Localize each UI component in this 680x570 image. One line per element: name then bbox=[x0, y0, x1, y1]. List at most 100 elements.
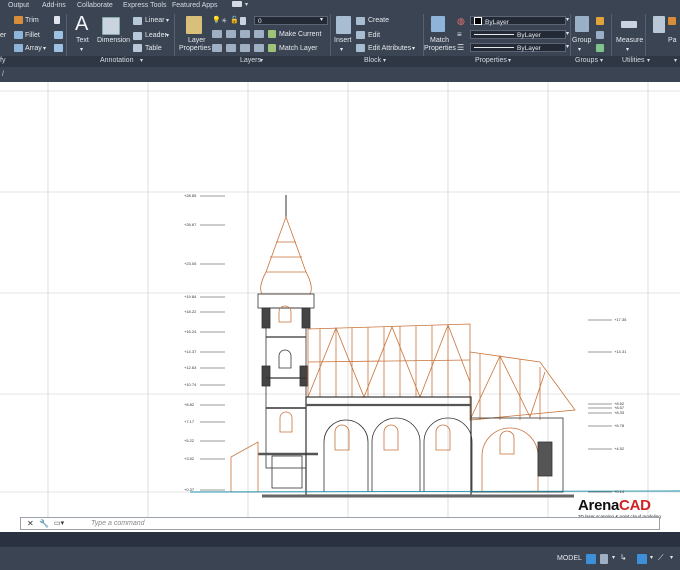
grid-icon[interactable] bbox=[586, 554, 596, 564]
text-large-icon[interactable]: A bbox=[75, 13, 88, 36]
match-properties-label[interactable]: Match bbox=[430, 37, 449, 44]
measure-icon[interactable] bbox=[621, 21, 637, 28]
array-button[interactable]: Array bbox=[25, 45, 42, 52]
chevron-down-icon[interactable]: ▾ bbox=[600, 57, 603, 64]
menu-item-express-tools[interactable]: Express Tools bbox=[123, 2, 166, 9]
chevron-down-icon[interactable]: ▾ bbox=[383, 57, 386, 64]
paste-button[interactable]: Pa bbox=[668, 37, 677, 44]
text-button[interactable]: Text bbox=[76, 37, 89, 44]
layer-tool-icon[interactable] bbox=[212, 44, 222, 52]
layer-tool-icon[interactable] bbox=[212, 30, 222, 38]
edit-attributes-button[interactable]: Edit Attributes bbox=[368, 45, 411, 52]
copy-icon[interactable] bbox=[54, 31, 63, 39]
chevron-down-icon[interactable]: ▾ bbox=[43, 45, 46, 52]
wrench-icon[interactable]: 🔧 bbox=[39, 519, 49, 528]
group-button[interactable]: Group bbox=[572, 37, 591, 44]
group-edit-icon[interactable] bbox=[596, 31, 604, 39]
menu-item-output[interactable]: Output bbox=[8, 2, 29, 9]
menu-item-addins[interactable]: Add-ins bbox=[42, 2, 66, 9]
trim-button[interactable]: Trim bbox=[25, 17, 39, 24]
command-input[interactable]: Type a command bbox=[91, 520, 145, 527]
dimension-icon[interactable] bbox=[102, 17, 120, 35]
chevron-down-icon[interactable]: ▾ bbox=[566, 43, 569, 50]
offset-icon[interactable] bbox=[54, 44, 63, 52]
layer-properties-label[interactable]: Layer bbox=[188, 37, 206, 44]
group-select-icon[interactable] bbox=[596, 44, 604, 52]
chevron-down-icon[interactable]: ▾ bbox=[578, 46, 581, 53]
modify-group-title[interactable]: fy bbox=[0, 57, 5, 64]
sun-icon[interactable]: ☀ bbox=[221, 17, 227, 25]
create-button[interactable]: Create bbox=[368, 17, 389, 24]
edit-button[interactable]: Edit bbox=[368, 32, 380, 39]
ortho-icon[interactable]: ↳ bbox=[620, 553, 627, 562]
ungroup-icon[interactable] bbox=[596, 17, 604, 25]
layer-tool-icon[interactable] bbox=[254, 30, 264, 38]
model-space-button[interactable]: MODEL bbox=[557, 555, 582, 562]
chevron-down-icon[interactable]: ▾ bbox=[674, 57, 677, 64]
dimension-button[interactable]: Dimension bbox=[97, 37, 130, 44]
layers-group-title[interactable]: Layers bbox=[240, 57, 261, 64]
insert-block-icon[interactable] bbox=[336, 16, 351, 34]
layer-tool-icon[interactable] bbox=[254, 44, 264, 52]
ribbon-toggle-icon[interactable] bbox=[232, 1, 242, 7]
measure-button[interactable]: Measure bbox=[616, 37, 643, 44]
lock-icon[interactable]: 🔓 bbox=[230, 16, 239, 24]
chevron-down-icon[interactable]: ▾ bbox=[670, 554, 673, 561]
tab-overflow-indicator[interactable]: / bbox=[2, 71, 4, 78]
layer-combo[interactable]: 0 bbox=[254, 16, 328, 25]
polar-icon[interactable] bbox=[637, 554, 647, 564]
leader-button[interactable]: Leader bbox=[145, 32, 167, 39]
insert-button[interactable]: Insert bbox=[334, 37, 352, 44]
linetype-icon[interactable]: ≡ bbox=[457, 30, 462, 39]
layer-tool-icon[interactable] bbox=[240, 44, 250, 52]
close-icon[interactable]: ✕ bbox=[27, 519, 34, 528]
lightbulb-icon[interactable]: 💡 bbox=[212, 16, 221, 24]
chevron-down-icon[interactable]: ▾ bbox=[245, 1, 248, 8]
layer-tool-icon[interactable] bbox=[240, 30, 250, 38]
linear-button[interactable]: Linear bbox=[145, 17, 164, 24]
command-history-icon[interactable]: ▭▾ bbox=[54, 519, 64, 527]
block-group-title[interactable]: Block bbox=[364, 57, 381, 64]
chevron-down-icon[interactable]: ▾ bbox=[140, 57, 143, 64]
snap-icon[interactable] bbox=[600, 554, 608, 564]
clipboard-icon[interactable] bbox=[653, 16, 665, 33]
color-combo[interactable]: ByLayer bbox=[470, 16, 566, 26]
cut-icon[interactable] bbox=[668, 17, 676, 25]
chevron-down-icon[interactable]: ▾ bbox=[566, 16, 569, 23]
chevron-down-icon[interactable]: ▾ bbox=[647, 57, 650, 64]
make-current-button[interactable]: Make Current bbox=[279, 31, 321, 38]
match-layer-button[interactable]: Match Layer bbox=[279, 45, 318, 52]
drawing-canvas[interactable]: +28.85 +26.67 +23.05 +19.84 +18.22 +16.2… bbox=[0, 82, 680, 532]
layer-color-icon[interactable] bbox=[240, 17, 246, 25]
chevron-down-icon[interactable]: ▾ bbox=[320, 16, 323, 23]
chevron-down-icon[interactable]: ▾ bbox=[340, 46, 343, 53]
layer-properties-icon[interactable] bbox=[186, 16, 202, 34]
lineweight-combo[interactable]: ByLayer bbox=[470, 43, 566, 52]
menu-item-collaborate[interactable]: Collaborate bbox=[77, 2, 113, 9]
chevron-down-icon[interactable]: ▾ bbox=[626, 46, 629, 53]
chevron-down-icon[interactable]: ▾ bbox=[566, 30, 569, 37]
layer-properties-button[interactable]: Properties bbox=[179, 45, 211, 52]
layer-tool-icon[interactable] bbox=[226, 44, 236, 52]
layer-tool-icon[interactable] bbox=[226, 30, 236, 38]
erase-icon[interactable] bbox=[54, 16, 60, 24]
isodraft-icon[interactable]: ⟋ bbox=[658, 553, 664, 563]
match-properties-icon[interactable] bbox=[431, 16, 445, 32]
properties-group-title[interactable]: Properties bbox=[475, 57, 507, 64]
chevron-down-icon[interactable]: ▾ bbox=[166, 32, 169, 39]
chevron-down-icon[interactable]: ▾ bbox=[508, 57, 511, 64]
group-icon[interactable] bbox=[575, 16, 589, 32]
annotation-group-title[interactable]: Annotation bbox=[100, 57, 133, 64]
menu-item-featured-apps[interactable]: Featured Apps bbox=[172, 2, 218, 9]
chevron-down-icon[interactable]: ▾ bbox=[80, 46, 83, 53]
color-wheel-icon[interactable]: ◍ bbox=[457, 16, 465, 27]
chevron-down-icon[interactable]: ▾ bbox=[412, 45, 415, 52]
match-properties-button[interactable]: Properties bbox=[424, 45, 456, 52]
chevron-down-icon[interactable]: ▾ bbox=[260, 57, 263, 64]
chevron-down-icon[interactable]: ▾ bbox=[166, 17, 169, 24]
fillet-button[interactable]: Fillet bbox=[25, 32, 40, 39]
utilities-group-title[interactable]: Utilities bbox=[622, 57, 645, 64]
table-button[interactable]: Table bbox=[145, 45, 162, 52]
linetype-combo[interactable]: ByLayer bbox=[470, 30, 566, 39]
chevron-down-icon[interactable]: ▾ bbox=[650, 554, 653, 561]
